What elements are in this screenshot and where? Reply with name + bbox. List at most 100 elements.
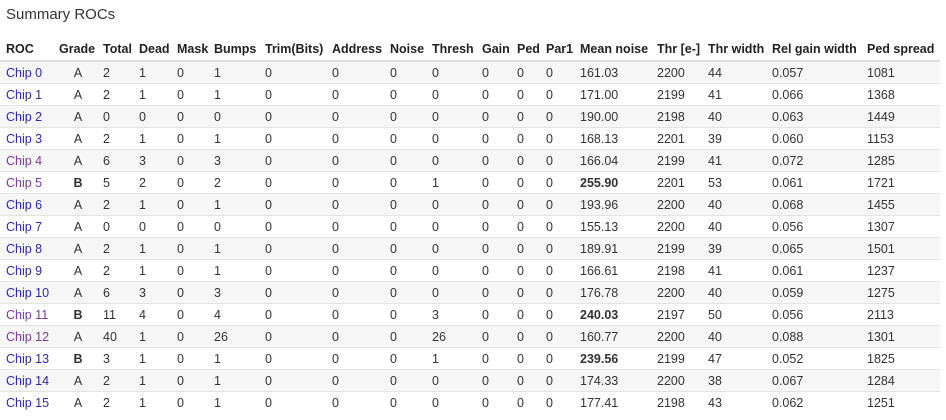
ped-cell: 0	[511, 391, 540, 413]
dead-cell: 3	[133, 149, 171, 172]
table-row: Chip 13 B 3 1 0 1 0 0 0 1 0 0 0 239.56 2199 47 0.052 1825	[0, 347, 940, 370]
gain-cell: 0	[476, 325, 511, 348]
roc-link[interactable]: Chip 7	[6, 220, 42, 234]
noise-cell: 0	[384, 369, 426, 392]
column-header-address: Address	[326, 38, 384, 62]
mean-noise-cell: 168.13	[574, 127, 651, 150]
dead-cell: 1	[133, 60, 171, 84]
mean-noise-cell: 171.00	[574, 83, 651, 106]
noise-cell: 0	[384, 303, 426, 326]
roc-link[interactable]: Chip 10	[6, 286, 49, 300]
thr-width-cell: 47	[702, 347, 766, 370]
grade-cell: A	[53, 193, 97, 216]
thr-cell: 2201	[651, 171, 702, 194]
thr-cell: 2198	[651, 391, 702, 413]
dead-cell: 2	[133, 171, 171, 194]
total-cell: 40	[97, 325, 133, 348]
ped-spread-cell: 1153	[861, 127, 940, 150]
trim-cell: 0	[259, 215, 326, 238]
table-row: Chip 1 A 2 1 0 1 0 0 0 0 0 0 0 171.00 2199 41 0.066 1368	[0, 83, 940, 106]
ped-cell: 0	[511, 325, 540, 348]
mask-cell: 0	[171, 127, 208, 150]
gain-cell: 0	[476, 171, 511, 194]
roc-cell: Chip 14	[0, 369, 53, 392]
par1-cell: 0	[540, 259, 574, 282]
grade-cell: A	[53, 259, 97, 282]
ped-cell: 0	[511, 259, 540, 282]
address-cell: 0	[326, 325, 384, 348]
roc-link[interactable]: Chip 1	[6, 88, 42, 102]
noise-cell: 0	[384, 171, 426, 194]
roc-link[interactable]: Chip 8	[6, 242, 42, 256]
roc-link[interactable]: Chip 2	[6, 110, 42, 124]
par1-cell: 0	[540, 281, 574, 304]
thresh-cell: 0	[426, 215, 476, 238]
roc-link[interactable]: Chip 11	[6, 308, 48, 322]
par1-cell: 0	[540, 83, 574, 106]
roc-link[interactable]: Chip 6	[6, 198, 42, 212]
mask-cell: 0	[171, 369, 208, 392]
thr-cell: 2200	[651, 193, 702, 216]
mean-noise-cell: 189.91	[574, 237, 651, 260]
noise-cell: 0	[384, 325, 426, 348]
trim-cell: 0	[259, 347, 326, 370]
thresh-cell: 0	[426, 259, 476, 282]
roc-link[interactable]: Chip 0	[6, 66, 42, 80]
roc-link[interactable]: Chip 9	[6, 264, 42, 278]
thr-width-cell: 40	[702, 215, 766, 238]
mean-noise-cell: 177.41	[574, 391, 651, 413]
roc-link[interactable]: Chip 5	[6, 176, 42, 190]
par1-cell: 0	[540, 325, 574, 348]
roc-link[interactable]: Chip 3	[6, 132, 42, 146]
thresh-cell: 1	[426, 171, 476, 194]
bumps-cell: 4	[208, 303, 259, 326]
roc-cell: Chip 0	[0, 60, 53, 84]
total-cell: 2	[97, 391, 133, 413]
gain-cell: 0	[476, 391, 511, 413]
thresh-cell: 0	[426, 60, 476, 84]
roc-link[interactable]: Chip 14	[6, 374, 49, 388]
mask-cell: 0	[171, 149, 208, 172]
roc-cell: Chip 5	[0, 171, 53, 194]
roc-link[interactable]: Chip 12	[6, 330, 49, 344]
address-cell: 0	[326, 215, 384, 238]
grade-cell: B	[53, 347, 97, 370]
total-cell: 3	[97, 347, 133, 370]
column-header-rel-gain-width: Rel gain width	[766, 38, 861, 62]
mean-noise-cell: 166.04	[574, 149, 651, 172]
ped-cell: 0	[511, 369, 540, 392]
thr-cell: 2199	[651, 149, 702, 172]
bumps-cell: 1	[208, 369, 259, 392]
grade-cell: A	[53, 215, 97, 238]
ped-cell: 0	[511, 215, 540, 238]
thr-width-cell: 39	[702, 237, 766, 260]
dead-cell: 1	[133, 259, 171, 282]
trim-cell: 0	[259, 60, 326, 84]
par1-cell: 0	[540, 391, 574, 413]
table-row: Chip 2 A 0 0 0 0 0 0 0 0 0 0 0 190.00 2198 40 0.063 1449	[0, 105, 940, 128]
thresh-cell: 0	[426, 105, 476, 128]
ped-spread-cell: 1825	[861, 347, 940, 370]
gain-cell: 0	[476, 127, 511, 150]
bumps-cell: 2	[208, 171, 259, 194]
roc-link[interactable]: Chip 15	[6, 396, 49, 410]
table-row: Chip 4 A 6 3 0 3 0 0 0 0 0 0 0 166.04 2199 41 0.072 1285	[0, 149, 940, 172]
roc-cell: Chip 9	[0, 259, 53, 282]
rel-gain-width-cell: 0.061	[766, 259, 861, 282]
grade-cell: A	[53, 105, 97, 128]
table-row: Chip 5 B 5 2 0 2 0 0 0 1 0 0 0 255.90 2201 53 0.061 1721	[0, 171, 940, 194]
rel-gain-width-cell: 0.061	[766, 171, 861, 194]
par1-cell: 0	[540, 303, 574, 326]
total-cell: 2	[97, 237, 133, 260]
roc-link[interactable]: Chip 13	[6, 352, 49, 366]
bumps-cell: 1	[208, 127, 259, 150]
mask-cell: 0	[171, 237, 208, 260]
thr-width-cell: 43	[702, 391, 766, 413]
bumps-cell: 1	[208, 193, 259, 216]
mask-cell: 0	[171, 325, 208, 348]
address-cell: 0	[326, 171, 384, 194]
trim-cell: 0	[259, 303, 326, 326]
roc-link[interactable]: Chip 4	[6, 154, 42, 168]
grade-cell: B	[53, 303, 97, 326]
noise-cell: 0	[384, 281, 426, 304]
